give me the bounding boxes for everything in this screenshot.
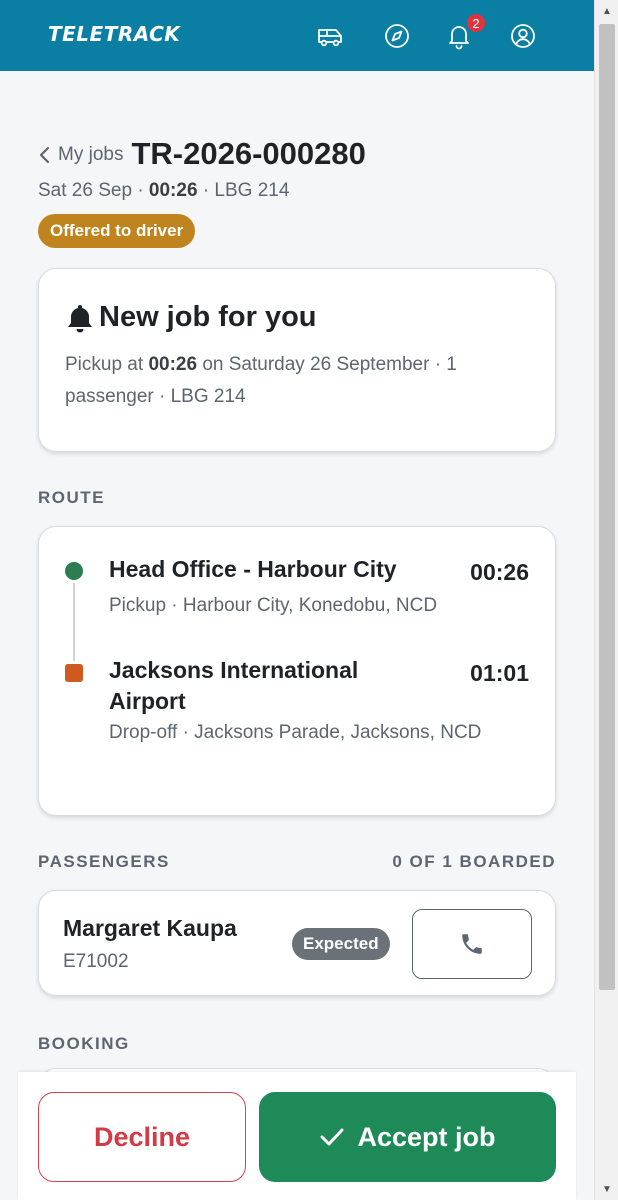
decline-job-button[interactable]: Decline	[38, 1092, 246, 1182]
offer-pickup-time: 00:26	[148, 354, 198, 375]
dropoff-marker	[65, 664, 83, 682]
scroll-down-arrow-icon[interactable]: ▼	[595, 1178, 618, 1200]
dropoff-stop-name: Jacksons International Airport	[109, 657, 359, 714]
new-job-offer-card: New job for you Pickup at 00:26 on Satur…	[38, 268, 556, 452]
app-logo[interactable]: TELETRACK	[48, 22, 180, 46]
boarded-count: 0 OF 1 BOARDED	[392, 852, 556, 871]
route-connector	[73, 583, 75, 661]
accept-job-label: Accept job	[357, 1121, 496, 1152]
van-icon	[318, 29, 342, 47]
nav-notifications[interactable]: 2	[443, 12, 487, 52]
booking-section-label: BOOKING	[38, 1034, 130, 1053]
nav-vehicles[interactable]	[314, 20, 346, 52]
call-passenger-button[interactable]	[412, 909, 532, 979]
job-id-title: TR-2026-000280	[131, 136, 366, 171]
accept-job-button[interactable]: Accept job	[259, 1092, 556, 1182]
page-scrollbar[interactable]: ▲ ▼	[594, 0, 618, 1200]
job-vehicle: LBG 214	[214, 180, 290, 201]
offer-heading-text: New job for you	[99, 301, 317, 333]
meta-separator: ·	[137, 180, 144, 201]
nav-explore[interactable]	[381, 20, 413, 52]
job-status-badge: Offered to driver	[38, 214, 196, 248]
back-link-label: My jobs	[58, 144, 124, 165]
user-icon	[511, 24, 535, 48]
route-section-label: ROUTE	[38, 488, 105, 507]
scrollbar-thumb[interactable]	[599, 24, 615, 990]
pickup-stop-detail: Pickup · Harbour City, Konedobu, NCD	[109, 595, 438, 616]
back-to-my-jobs-link[interactable]: My jobs	[38, 144, 123, 166]
dropoff-stop-detail: Drop-off · Jacksons Parade, Jacksons, NC…	[109, 722, 482, 743]
notification-count-badge: 2	[465, 12, 487, 34]
job-meta-line: Sat 26 Sep · 00:26 · LBG 214	[38, 180, 289, 202]
job-action-bar: Decline Accept job	[18, 1072, 576, 1200]
pickup-marker	[65, 562, 83, 580]
phone-icon	[462, 934, 482, 954]
passengers-section-label: PASSENGERS	[38, 852, 170, 871]
scroll-up-arrow-icon[interactable]: ▲	[595, 0, 618, 22]
offer-description: Pickup at 00:26 on Saturday 26 September…	[65, 349, 535, 413]
check-icon	[320, 1128, 344, 1146]
offer-heading: New job for you	[65, 301, 317, 334]
route-card: Head Office - Harbour City 00:26 Pickup …	[38, 526, 556, 816]
offer-text-prefix: Pickup at	[65, 354, 144, 375]
bell-icon	[68, 304, 92, 332]
job-time: 00:26	[148, 180, 198, 201]
dropoff-stop-time: 01:01	[470, 660, 529, 686]
pickup-stop-name: Head Office - Harbour City	[109, 556, 397, 582]
app-viewport: TELETRACK 2 My jobs TR-2026-000280 Sat 2…	[0, 0, 594, 1200]
passenger-row: Margaret Kaupa E71002 Expected	[38, 890, 556, 996]
passenger-name: Margaret Kaupa	[63, 915, 237, 941]
passenger-id: E71002	[63, 951, 129, 972]
compass-icon	[385, 24, 409, 48]
nav-profile[interactable]	[507, 20, 539, 52]
chevron-left-icon	[39, 146, 50, 164]
breadcrumb: My jobs TR-2026-000280	[38, 136, 366, 172]
top-nav-bar: TELETRACK 2	[0, 0, 594, 71]
job-date: Sat 26 Sep	[38, 180, 133, 201]
pickup-stop-time: 00:26	[470, 559, 529, 585]
meta-separator: ·	[202, 180, 210, 201]
passenger-status-badge: Expected	[292, 928, 390, 960]
